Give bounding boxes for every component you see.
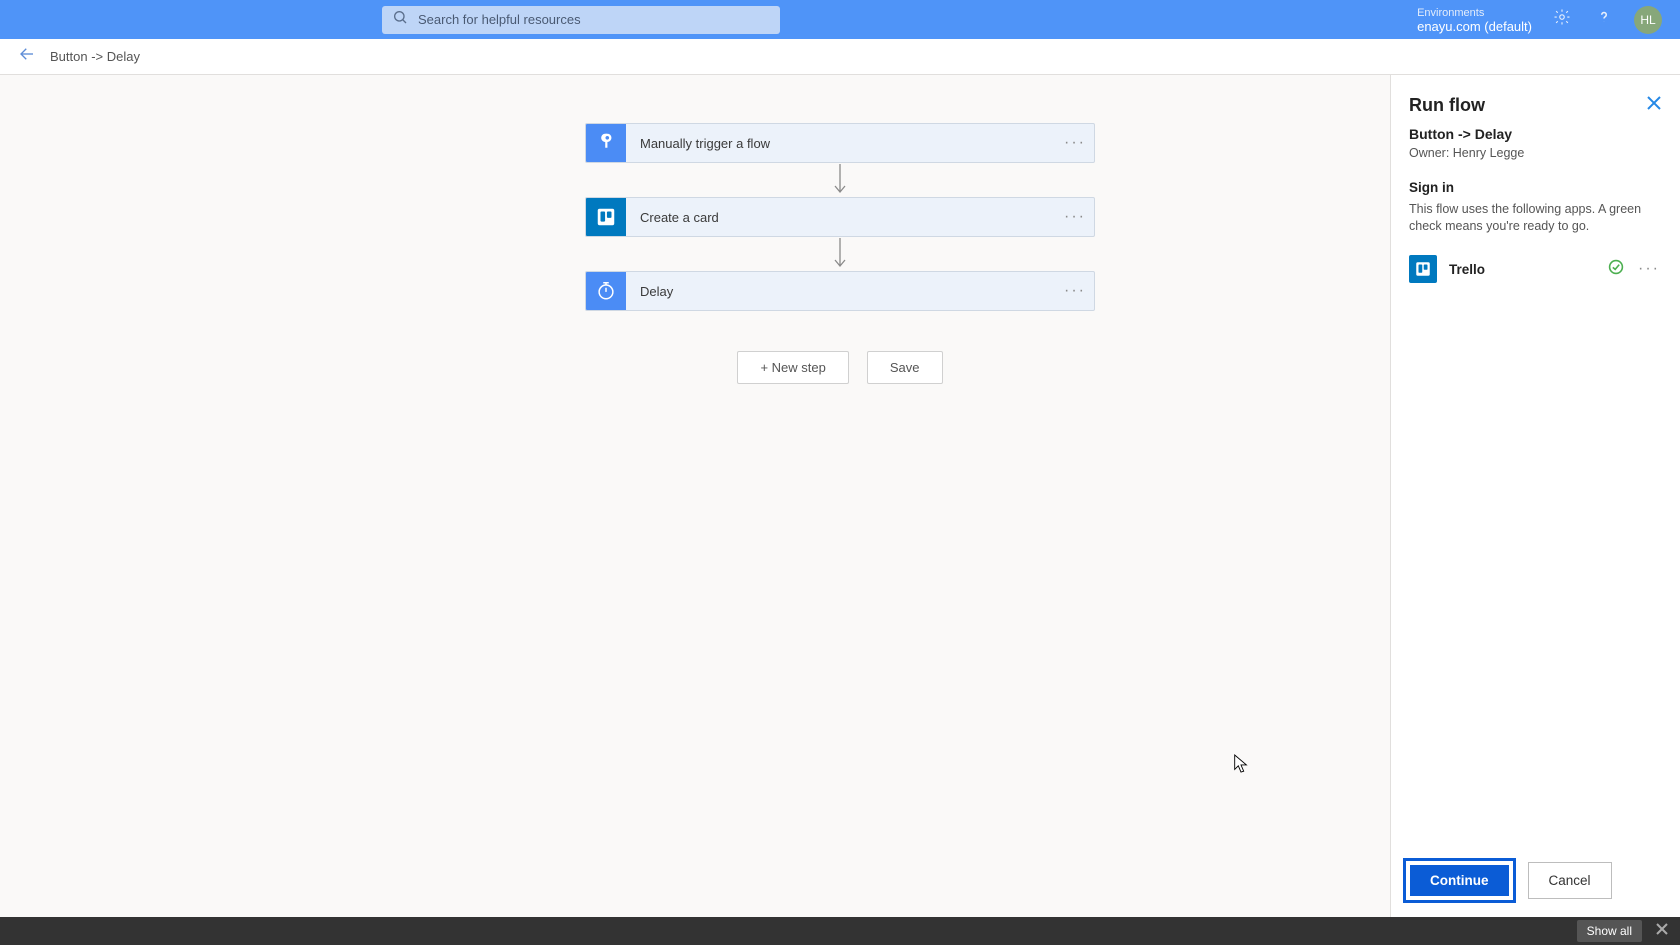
app-more-button[interactable]: ··· [1636, 260, 1662, 278]
arrow-left-icon [18, 45, 36, 68]
top-bar: Environments enayu.com (default) HL [0, 0, 1680, 39]
download-bar: Show all [0, 917, 1680, 945]
panel-footer: Continue Cancel [1391, 848, 1680, 917]
app-connection-row: Trello ··· [1409, 255, 1662, 283]
step-label: Create a card [626, 210, 1056, 225]
continue-button[interactable]: Continue [1410, 865, 1509, 896]
flow-step-trigger[interactable]: Manually trigger a flow ··· [585, 123, 1095, 163]
step-label: Delay [626, 284, 1056, 299]
environment-selector[interactable]: Environments enayu.com (default) [1407, 6, 1532, 34]
run-flow-panel: Run flow Button -> Delay Owner: Henry Le… [1390, 75, 1680, 917]
breadcrumb: Button -> Delay [50, 49, 140, 64]
trello-icon [586, 197, 626, 237]
arrow-down-icon [832, 163, 848, 197]
settings-button[interactable] [1550, 8, 1574, 32]
new-step-button[interactable]: + New step [737, 351, 848, 384]
environment-label: Environments [1417, 6, 1532, 20]
signin-section-title: Sign in [1409, 180, 1662, 195]
panel-close-button[interactable] [1646, 95, 1662, 116]
trello-icon [1409, 255, 1437, 283]
top-right-cluster: Environments enayu.com (default) HL [1407, 0, 1662, 39]
main-area: Manually trigger a flow ··· Create a car… [0, 75, 1680, 917]
help-icon [1595, 8, 1613, 31]
close-icon [1646, 98, 1662, 115]
step-more-button[interactable]: ··· [1056, 282, 1094, 300]
arrow-down-icon [832, 237, 848, 271]
flow-step-delay[interactable]: Delay ··· [585, 271, 1095, 311]
search-container[interactable] [382, 6, 780, 34]
panel-title: Run flow [1409, 95, 1485, 116]
download-bar-close-button[interactable] [1656, 922, 1668, 940]
help-button[interactable] [1592, 8, 1616, 32]
step-label: Manually trigger a flow [626, 136, 1056, 151]
continue-button-highlight: Continue [1403, 858, 1516, 903]
save-button[interactable]: Save [867, 351, 943, 384]
show-all-button[interactable]: Show all [1577, 920, 1642, 942]
panel-flow-name: Button -> Delay [1409, 126, 1662, 142]
close-icon [1656, 922, 1668, 939]
panel-owner: Owner: Henry Legge [1409, 146, 1662, 160]
action-row: + New step Save [737, 351, 942, 384]
environment-text: Environments enayu.com (default) [1417, 6, 1532, 34]
flow-step-create-card[interactable]: Create a card ··· [585, 197, 1095, 237]
cancel-button[interactable]: Cancel [1528, 862, 1612, 899]
back-button[interactable] [18, 45, 36, 68]
search-input[interactable] [418, 12, 770, 27]
step-more-button[interactable]: ··· [1056, 134, 1094, 152]
gear-icon [1553, 8, 1571, 31]
app-name: Trello [1449, 262, 1596, 277]
trigger-icon [586, 123, 626, 163]
signin-section-desc: This flow uses the following apps. A gre… [1409, 201, 1662, 235]
sub-header: Button -> Delay [0, 39, 1680, 75]
timer-icon [586, 271, 626, 311]
check-icon [1608, 259, 1624, 280]
user-avatar[interactable]: HL [1634, 6, 1662, 34]
environment-name: enayu.com (default) [1417, 20, 1532, 34]
step-more-button[interactable]: ··· [1056, 208, 1094, 226]
search-icon [392, 9, 408, 30]
